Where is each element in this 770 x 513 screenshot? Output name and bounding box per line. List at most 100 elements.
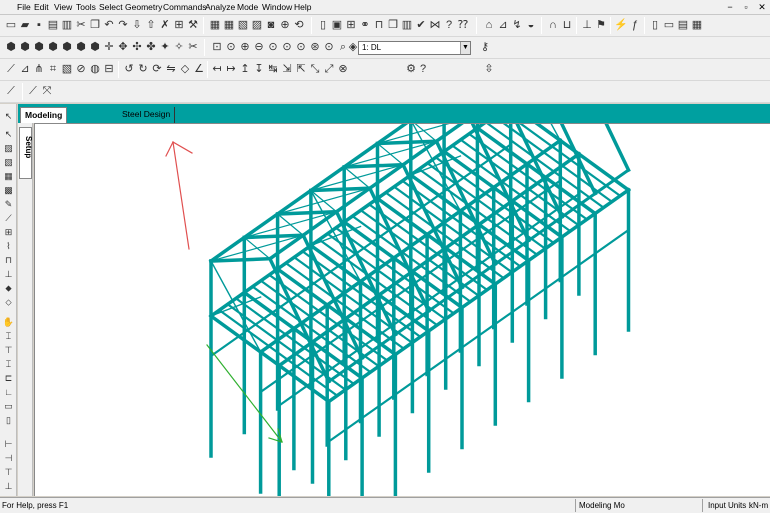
check-icon[interactable]: ✔ — [414, 18, 428, 32]
scissors-icon[interactable]: ✂ — [186, 40, 200, 54]
zoom-window-icon[interactable]: ⊡ — [210, 40, 224, 54]
select-solid-icon[interactable]: ⬢ — [46, 40, 60, 54]
view-5-icon[interactable]: ▧ — [60, 62, 74, 76]
plate-section-icon[interactable]: ▭ — [2, 400, 15, 413]
menu-analyze[interactable]: Analyze — [205, 2, 235, 12]
bars-icon[interactable]: ▥ — [400, 18, 414, 32]
zoom-out-icon[interactable]: ⊖ — [252, 40, 266, 54]
minimize-button[interactable]: − — [724, 1, 736, 13]
node-cursor-icon[interactable]: ✥ — [116, 40, 130, 54]
upload-icon[interactable]: ⇧ — [144, 18, 158, 32]
report-icon[interactable]: ▦ — [208, 18, 222, 32]
zoom-previous-icon[interactable]: ⊙ — [280, 40, 294, 54]
tab-setup[interactable]: Setup — [19, 127, 33, 179]
flag-icon[interactable]: ⚑ — [594, 18, 608, 32]
menu-help[interactable]: Help — [294, 2, 311, 12]
magnet-icon[interactable]: ⊓ — [372, 18, 386, 32]
node-delete-icon[interactable]: ⬦ — [2, 296, 15, 309]
hierarchy-icon[interactable]: ⊞ — [172, 18, 186, 32]
rotate-y-icon[interactable]: ↻ — [136, 62, 150, 76]
download-icon[interactable]: ⇩ — [130, 18, 144, 32]
scale-icon[interactable]: ⊕ — [278, 18, 292, 32]
clear-icon[interactable]: ✗ — [158, 18, 172, 32]
channel-icon[interactable]: ⊏ — [2, 372, 15, 385]
pointer-icon[interactable]: ↖ — [2, 110, 15, 123]
redo-icon[interactable]: ↷ — [116, 18, 130, 32]
tile-icon[interactable]: ▦ — [690, 18, 704, 32]
solid-section-icon[interactable]: ▯ — [2, 414, 15, 427]
select-plate-icon[interactable]: ⬢ — [32, 40, 46, 54]
menu-mode[interactable]: Mode — [237, 2, 258, 12]
solid-tool-icon[interactable]: ▦ — [2, 170, 15, 183]
print-icon[interactable]: ▤ — [46, 18, 60, 32]
table-icon[interactable]: ▦ — [222, 18, 236, 32]
plate-cursor-icon[interactable]: ✤ — [144, 40, 158, 54]
dim-3-icon[interactable]: ↥ — [238, 62, 252, 76]
cube-icon[interactable]: ❒ — [386, 18, 400, 32]
split-member-icon[interactable]: ⤧ — [40, 84, 54, 98]
iso-icon[interactable]: ◇ — [178, 62, 192, 76]
pan-icon[interactable]: ⊛ — [308, 40, 322, 54]
menu-edit[interactable]: Edit — [34, 2, 49, 12]
select-geometry-icon[interactable]: ⬢ — [74, 40, 88, 54]
tab-modeling[interactable]: Modeling — [20, 107, 68, 123]
zoom-in-icon[interactable]: ⊕ — [238, 40, 252, 54]
rotate-icon[interactable]: ⟲ — [292, 18, 306, 32]
rotate-z-icon[interactable]: ⟳ — [150, 62, 164, 76]
load-tool-icon[interactable]: ⊢ — [2, 438, 15, 451]
hook-icon[interactable]: ↯ — [510, 18, 524, 32]
spinner-icon[interactable]: ⇳ — [482, 62, 496, 76]
draw-member-icon[interactable]: ⟋ — [4, 84, 18, 98]
dim-8-icon[interactable]: ⤡ — [308, 62, 322, 76]
edit-member-icon[interactable]: ⟋ — [26, 84, 40, 98]
select-cursor-icon[interactable]: ↖ — [2, 128, 15, 141]
question-pointer-icon[interactable]: ⁇ — [456, 18, 470, 32]
layout-icon[interactable]: ▯ — [316, 18, 330, 32]
view-7-icon[interactable]: ◍ — [88, 62, 102, 76]
sheet-icon[interactable]: ▤ — [676, 18, 690, 32]
dim-1-icon[interactable]: ↤ — [210, 62, 224, 76]
restore-button[interactable]: ▫ — [740, 1, 752, 13]
select-all-icon[interactable]: ⬢ — [88, 40, 102, 54]
section-tool-icon[interactable]: ⌶ — [2, 330, 15, 343]
grid-tool-icon[interactable]: ⊞ — [2, 226, 15, 239]
stair-icon[interactable]: ⌂ — [482, 18, 496, 32]
question-icon[interactable]: ? — [442, 18, 456, 32]
insert-tool-icon[interactable]: ⟋ — [2, 212, 15, 225]
dim-6-icon[interactable]: ⇲ — [280, 62, 294, 76]
menu-view[interactable]: View — [54, 2, 72, 12]
menu-geometry[interactable]: Geometry — [125, 2, 162, 12]
model-viewport[interactable] — [34, 44, 770, 513]
load-case-dropdown[interactable]: 1: DL ▼ — [358, 41, 471, 55]
view-4-icon[interactable]: ⌗ — [46, 62, 60, 76]
view-8-icon[interactable]: ⊟ — [102, 62, 116, 76]
save-icon[interactable]: ▪ — [32, 18, 46, 32]
beam-icon[interactable]: ⊥ — [580, 18, 594, 32]
menu-file[interactable]: File — [17, 2, 31, 12]
pages-icon[interactable]: ▭ — [662, 18, 676, 32]
copy-icon[interactable]: ❐ — [88, 18, 102, 32]
brace-icon[interactable]: ⋈ — [428, 18, 442, 32]
select-surface-icon[interactable]: ⬢ — [60, 40, 74, 54]
zoom-dynamic-icon[interactable]: ⊙ — [266, 40, 280, 54]
graph-icon[interactable]: ▧ — [236, 18, 250, 32]
hand-tool-icon[interactable]: ✋ — [2, 316, 15, 329]
line-cursor-icon[interactable]: ✧ — [172, 40, 186, 54]
moment-tool-icon[interactable]: ⊣ — [2, 452, 15, 465]
close-button[interactable]: ✕ — [756, 1, 768, 13]
open-folder-icon[interactable]: ▰ — [18, 18, 32, 32]
camera-icon[interactable]: ◙ — [264, 18, 278, 32]
cut-icon[interactable]: ✂ — [74, 18, 88, 32]
dim-2-icon[interactable]: ↦ — [224, 62, 238, 76]
menu-commands[interactable]: Commands — [163, 2, 206, 12]
frame-tool-icon[interactable]: ⊥ — [2, 268, 15, 281]
select-beam-icon[interactable]: ⬢ — [18, 40, 32, 54]
link-icon[interactable]: ⚭ — [358, 18, 372, 32]
beam-tool-icon[interactable]: ▨ — [2, 142, 15, 155]
magnify-icon[interactable]: ⊙ — [322, 40, 336, 54]
menu-window[interactable]: Window — [262, 2, 292, 12]
dim-7-icon[interactable]: ⇱ — [294, 62, 308, 76]
solid-cursor-icon[interactable]: ✦ — [158, 40, 172, 54]
new-file-icon[interactable]: ▭ — [4, 18, 18, 32]
info-icon[interactable]: ? — [416, 62, 430, 76]
